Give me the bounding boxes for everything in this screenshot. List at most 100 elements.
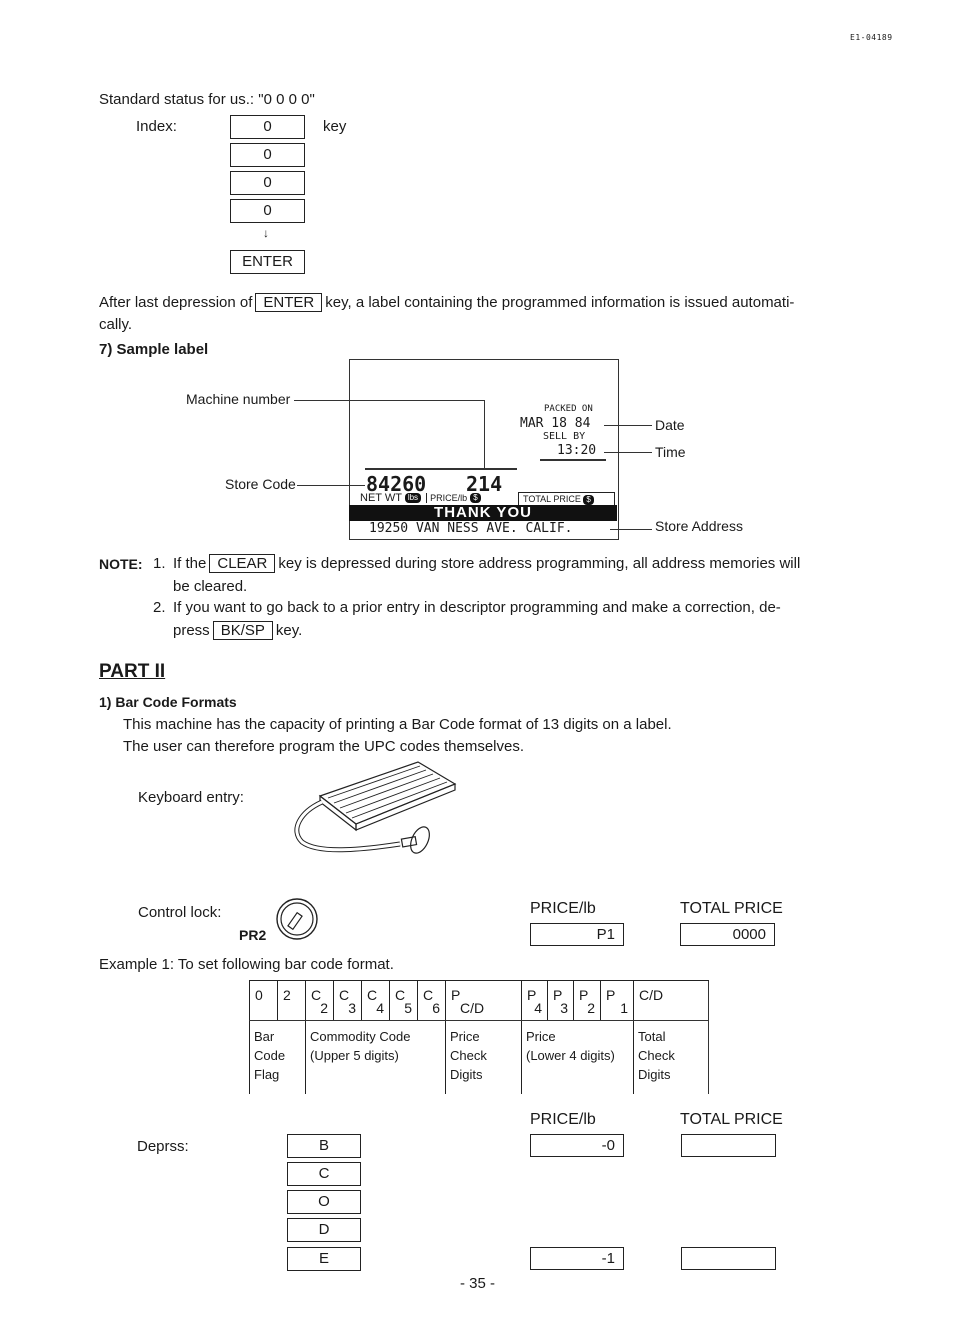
keyboard-illustration [294, 761, 457, 854]
format-description-line: Price [450, 1029, 480, 1044]
keyboard-icon [294, 761, 457, 854]
label-date: MAR 18 84 [520, 416, 591, 431]
bksp-key-inline: BK/SP [212, 621, 273, 640]
format-description-line: Code [254, 1048, 286, 1063]
depress-label: Deprss: [137, 1138, 189, 1155]
format-digit-cell: P1 [600, 981, 633, 1020]
format-digit-sub: 5 [404, 1000, 412, 1016]
note-1-after: key is depressed during store address pr… [278, 555, 801, 572]
after-enter-before: After last depression of [99, 294, 253, 311]
format-digit-main: P [606, 987, 616, 1003]
format-digit-main: P [451, 987, 461, 1003]
address-leader [610, 529, 652, 530]
after-enter-line2: cally. [99, 316, 133, 333]
key-c: C [287, 1162, 361, 1186]
total-price-label: TOTAL PRICE [523, 494, 581, 504]
format-digit-sub: 2 [587, 1000, 595, 1016]
format-digit-sub: C/D [460, 1000, 485, 1016]
note-1-num: 1. [153, 555, 166, 572]
key-o: O [287, 1190, 361, 1214]
standard-status-text: Standard status for us.: "0 0 0 0" [99, 91, 315, 108]
format-description-line: Price [526, 1029, 556, 1044]
sell-by-label: SELL BY [543, 431, 586, 442]
note-1-text: If the CLEAR key is depressed during store… [173, 554, 800, 573]
format-digit-sub: 4 [376, 1000, 384, 1016]
store-code-leader [297, 485, 365, 486]
callout-date: Date [655, 417, 685, 433]
format-description-cell: Price (Lower 4 digits) [521, 1021, 633, 1094]
format-digit-cell: P C/D [445, 981, 521, 1020]
note-1-before: If the [173, 555, 207, 572]
key-label: key [323, 118, 347, 135]
time-underline [540, 459, 606, 461]
down-arrow-icon: ↓ [263, 226, 269, 240]
format-digit-cell: C/D [633, 981, 709, 1020]
format-description-line: Flag [254, 1067, 280, 1082]
format-description-line: Digits [638, 1067, 671, 1082]
format-description-line: (Lower 4 digits) [526, 1048, 615, 1063]
thank-you-banner: THANK YOU [349, 505, 617, 521]
date-leader [604, 425, 652, 426]
callout-store-address: Store Address [655, 518, 743, 534]
net-wt-label: NET WT [360, 492, 402, 504]
key-d: D [287, 1218, 361, 1242]
format-description-cell: Total Check Digits [633, 1021, 709, 1094]
format-description-line: (Upper 5 digits) [310, 1048, 399, 1063]
total-unit-badge: $ [583, 494, 594, 505]
note-2-line1: If you want to go back to a prior entry … [173, 599, 781, 616]
bar-code-formats-heading: 1) Bar Code Formats [99, 694, 237, 710]
machine-number-leader [294, 400, 484, 401]
page-number: - 35 - [460, 1275, 496, 1292]
format-digit-cell: C3 [333, 981, 361, 1020]
format-digit-main: 2 [283, 987, 291, 1003]
format-description-cell: Commodity Code (Upper 5 digits) [305, 1021, 445, 1094]
part-ii-title: PART II [99, 661, 166, 682]
keyboard-entry-label: Keyboard entry: [138, 789, 244, 806]
control-lock-dial-icon [276, 898, 318, 940]
format-description-cell: Price Check Digits [445, 1021, 521, 1094]
format-digit-cell: P3 [547, 981, 573, 1020]
format-digit-cell: 0 [249, 981, 277, 1020]
format-digit-cell: P2 [573, 981, 600, 1020]
format-digit-main: 0 [255, 987, 263, 1003]
format-digit-main: C/D [639, 987, 664, 1003]
format-digit-cell: C2 [305, 981, 333, 1020]
note-1-line2: be cleared. [173, 578, 248, 595]
key-0-3: 0 [230, 171, 305, 195]
callout-store-code: Store Code [225, 476, 296, 492]
format-description-line: Commodity Code [310, 1029, 411, 1044]
format-digit-sub: 3 [348, 1000, 356, 1016]
example-1-text: Example 1: To set following bar code for… [99, 956, 394, 973]
display2-total-label: TOTAL PRICE [680, 1111, 783, 1128]
control-lock-label: Control lock: [138, 904, 222, 921]
format-description-line: Bar [254, 1029, 275, 1044]
key-b: B [287, 1134, 361, 1158]
note-label: NOTE: [99, 556, 143, 572]
format-digit-sub: 4 [534, 1000, 542, 1016]
format-description-line: Digits [450, 1067, 483, 1082]
display2-total-value-1 [681, 1134, 776, 1157]
format-digit-sub: 1 [620, 1000, 628, 1016]
packed-on-label: PACKED ON [544, 404, 593, 414]
format-digit-sub: 3 [560, 1000, 568, 1016]
format-digit-sub: 2 [320, 1000, 328, 1016]
format-digit-cell: C6 [417, 981, 445, 1020]
machine-number-leader-v [484, 400, 485, 470]
lbs-unit-badge: lbs [404, 493, 422, 504]
callout-machine-number: Machine number [186, 391, 291, 407]
time-leader [604, 452, 652, 453]
note-2-before: press [173, 622, 210, 639]
display2-price-value-2: -1 [530, 1247, 624, 1270]
display1-total-label: TOTAL PRICE [680, 900, 783, 917]
index-label: Index: [136, 118, 177, 135]
bar-code-para1: This machine has the capacity of printin… [123, 716, 672, 733]
label-divider [365, 468, 517, 470]
note-2-num: 2. [153, 599, 166, 616]
after-enter-after: key, a label containing the programmed i… [325, 294, 795, 311]
store-address-value: 19250 VAN NESS AVE. CALIF. [369, 521, 573, 536]
price-unit-badge: $ [470, 493, 481, 504]
after-enter-text: After last depression of ENTER key, a labe… [99, 293, 794, 312]
format-description-line: Total [638, 1029, 666, 1044]
document-code: E1-04189 [850, 33, 893, 42]
key-0-1: 0 [230, 115, 305, 139]
